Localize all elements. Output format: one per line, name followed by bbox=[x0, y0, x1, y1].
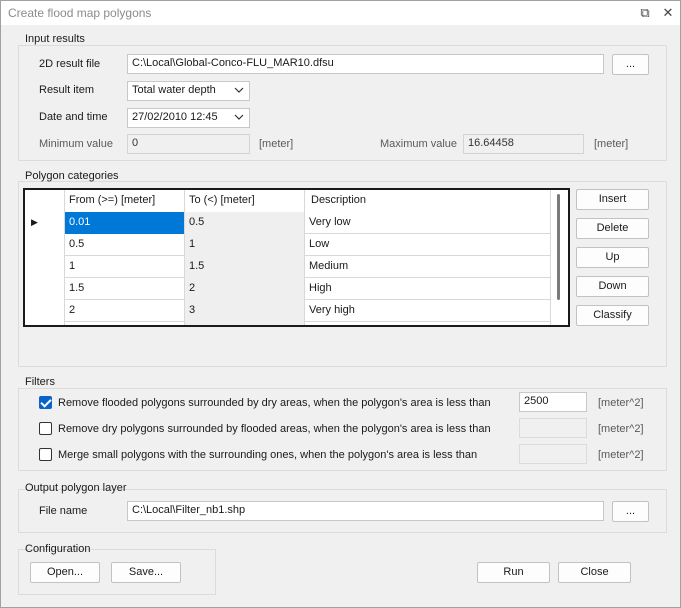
output-file-browse-button[interactable]: ... bbox=[612, 501, 649, 522]
row-header-corner bbox=[25, 190, 65, 212]
table-row[interactable]: 0.5 1 Low bbox=[25, 234, 551, 256]
input-results-title: Input results bbox=[25, 33, 85, 45]
table-cell-to[interactable]: 1.5 bbox=[185, 256, 305, 278]
date-time-value: 27/02/2010 12:45 bbox=[132, 111, 218, 123]
save-config-button[interactable]: Save... bbox=[111, 562, 181, 583]
table-cell-from[interactable]: 1 bbox=[65, 256, 185, 278]
column-header-from[interactable]: From (>=) [meter] bbox=[65, 190, 185, 212]
filter-3-unit: [meter^2] bbox=[598, 449, 644, 461]
filter-1-label: Remove flooded polygons surrounded by dr… bbox=[58, 397, 491, 409]
filter-3-area-input[interactable] bbox=[519, 444, 587, 464]
maximum-value-field: 16.64458 bbox=[463, 134, 584, 154]
filters-title: Filters bbox=[25, 376, 55, 388]
table-cell-from[interactable]: 0.5 bbox=[65, 234, 185, 256]
table-row[interactable]: 2 3 Very high bbox=[25, 300, 551, 322]
output-file-label: File name bbox=[39, 505, 88, 517]
table-scrollbar[interactable] bbox=[553, 190, 561, 325]
window-title: Create flood map polygons bbox=[8, 6, 152, 20]
table-cell-description[interactable]: High bbox=[305, 278, 551, 300]
table-cell-to[interactable]: 1 bbox=[185, 234, 305, 256]
run-button[interactable]: Run bbox=[477, 562, 550, 583]
table-cell-description[interactable]: Low bbox=[305, 234, 551, 256]
maximum-value-label: Maximum value bbox=[380, 138, 458, 150]
scrollbar-thumb[interactable] bbox=[557, 194, 560, 300]
up-button[interactable]: Up bbox=[576, 247, 649, 268]
table-cell-to[interactable]: 3 bbox=[185, 300, 305, 322]
minimum-value-unit: [meter] bbox=[259, 138, 294, 150]
filter-1-checkbox[interactable] bbox=[39, 396, 52, 409]
table-cell-from[interactable]: 2 bbox=[65, 300, 185, 322]
filter-3-checkbox[interactable] bbox=[39, 448, 52, 461]
row-header bbox=[25, 278, 65, 300]
table-cell-description[interactable]: Medium bbox=[305, 256, 551, 278]
table-row[interactable]: 1 1.5 Medium bbox=[25, 256, 551, 278]
delete-button[interactable]: Delete bbox=[576, 218, 649, 239]
table-cell-from[interactable]: 1.5 bbox=[65, 278, 185, 300]
close-icon[interactable]: ✕ bbox=[658, 4, 678, 22]
classify-button[interactable]: Classify bbox=[576, 305, 649, 326]
row-header bbox=[25, 256, 65, 278]
table-cell-to[interactable]: 2 bbox=[185, 278, 305, 300]
filter-2-unit: [meter^2] bbox=[598, 423, 644, 435]
open-config-button[interactable]: Open... bbox=[30, 562, 100, 583]
chevron-down-icon bbox=[234, 83, 244, 100]
filter-2-label: Remove dry polygons surrounded by floode… bbox=[58, 423, 491, 435]
table-row[interactable]: ▶ 0.01 0.5 Very low bbox=[25, 212, 551, 234]
row-header bbox=[25, 322, 65, 325]
table-header-row: From (>=) [meter] To (<) [meter] Descrip… bbox=[25, 190, 551, 212]
table-cell-description[interactable]: Very low bbox=[305, 212, 551, 234]
dialog-window: Create flood map polygons ⧉ ✕ Input resu… bbox=[0, 0, 681, 608]
chevron-down-icon bbox=[234, 110, 244, 127]
polygon-categories-title: Polygon categories bbox=[25, 170, 119, 182]
output-file-input[interactable]: C:\Local\Filter_nb1.shp bbox=[127, 501, 604, 521]
table-cell-from[interactable]: 0.01 bbox=[65, 212, 185, 234]
title-bar: Create flood map polygons ⧉ ✕ bbox=[1, 1, 680, 25]
result-item-label: Result item bbox=[39, 84, 95, 96]
insert-button[interactable]: Insert bbox=[576, 189, 649, 210]
maximum-value-unit: [meter] bbox=[594, 138, 629, 150]
filter-1-area-input[interactable]: 2500 bbox=[519, 392, 587, 412]
current-row-icon: ▶ bbox=[25, 212, 65, 234]
table-row-partial bbox=[25, 322, 551, 325]
result-item-select[interactable]: Total water depth bbox=[127, 81, 250, 101]
down-button[interactable]: Down bbox=[576, 276, 649, 297]
filter-2-area-input[interactable] bbox=[519, 418, 587, 438]
result-file-input[interactable]: C:\Local\Global-Conco-FLU_MAR10.dfsu bbox=[127, 54, 604, 74]
minimum-value-field: 0 bbox=[127, 134, 250, 154]
result-file-browse-button[interactable]: ... bbox=[612, 54, 649, 75]
table-cell-description[interactable]: Very high bbox=[305, 300, 551, 322]
minimum-value-label: Minimum value bbox=[39, 138, 113, 150]
column-header-to[interactable]: To (<) [meter] bbox=[185, 190, 305, 212]
result-file-label: 2D result file bbox=[39, 58, 101, 70]
row-header bbox=[25, 300, 65, 322]
filter-2-checkbox[interactable] bbox=[39, 422, 52, 435]
filter-3-label: Merge small polygons with the surroundin… bbox=[58, 449, 478, 461]
configuration-title: Configuration bbox=[25, 543, 91, 555]
categories-table[interactable]: From (>=) [meter] To (<) [meter] Descrip… bbox=[23, 188, 570, 327]
close-button[interactable]: Close bbox=[558, 562, 631, 583]
table-row[interactable]: 1.5 2 High bbox=[25, 278, 551, 300]
result-item-value: Total water depth bbox=[132, 84, 216, 96]
table-cell-from bbox=[65, 322, 185, 325]
table-cell-description bbox=[305, 322, 551, 325]
row-header bbox=[25, 234, 65, 256]
date-time-label: Date and time bbox=[39, 111, 108, 123]
table-cell-to[interactable]: 0.5 bbox=[185, 212, 305, 234]
column-header-description[interactable]: Description bbox=[305, 190, 551, 212]
restore-icon[interactable]: ⧉ bbox=[635, 4, 655, 22]
filter-1-unit: [meter^2] bbox=[598, 397, 644, 409]
output-title: Output polygon layer bbox=[25, 482, 127, 494]
date-time-select[interactable]: 27/02/2010 12:45 bbox=[127, 108, 250, 128]
table-cell-to bbox=[185, 322, 305, 325]
